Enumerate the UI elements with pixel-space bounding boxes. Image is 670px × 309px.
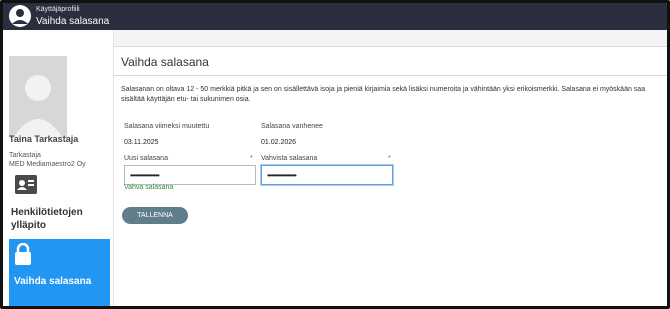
profile-placeholder-icon [9,56,67,138]
save-button[interactable]: TALLENNA [122,207,188,224]
profile-subtitle: Käyttäjäprofiili [36,6,80,13]
user-organization: MED Mediamaestro2 Oy [9,161,86,168]
id-card-icon[interactable] [15,175,37,194]
last-changed-label: Salasana viimeksi muutettu [124,123,210,130]
new-password-input[interactable] [124,165,256,185]
user-role: Tarkastaja [9,152,41,159]
lock-icon [15,243,31,265]
required-marker: * [388,155,391,162]
confirm-password-input[interactable] [261,165,393,185]
app-window: Käyttäjäprofiili Vaihda salasana ← Taina… [0,0,670,309]
required-marker: * [250,155,253,162]
divider [114,75,667,76]
user-avatar-icon[interactable] [9,5,31,27]
top-bar: Käyttäjäprofiili Vaihda salasana [3,3,667,30]
header-title: Vaihda salasana [36,16,110,27]
sidebar-item-change-password-label: Vaihda salasana [14,276,92,287]
password-rules-text: Salasanan on oltava 12 - 50 merkkiä pitk… [121,86,646,103]
expires-label: Salasana vanhenee [261,123,323,130]
profile-photo [9,56,67,138]
new-password-label: Uusi salasana [124,155,168,162]
user-name: Taina Tarkastaja [9,134,79,144]
expires-value: 01.02.2026 [261,139,297,146]
main-content: Vaihda salasana Salasanan on oltava 12 -… [114,47,667,306]
sidebar-item-change-password[interactable]: Vaihda salasana [9,239,110,306]
password-strength-text: Vahva salasana [124,184,174,191]
sidebar: Taina Tarkastaja Tarkastaja MED Mediamae… [3,30,114,306]
last-changed-value: 03.11.2025 [124,139,159,146]
page-title: Vaihda salasana [121,55,209,69]
confirm-password-label: Vahvista salasana [261,155,318,162]
sidebar-item-personal-data[interactable]: Henkilötietojen ylläpito [11,206,107,232]
